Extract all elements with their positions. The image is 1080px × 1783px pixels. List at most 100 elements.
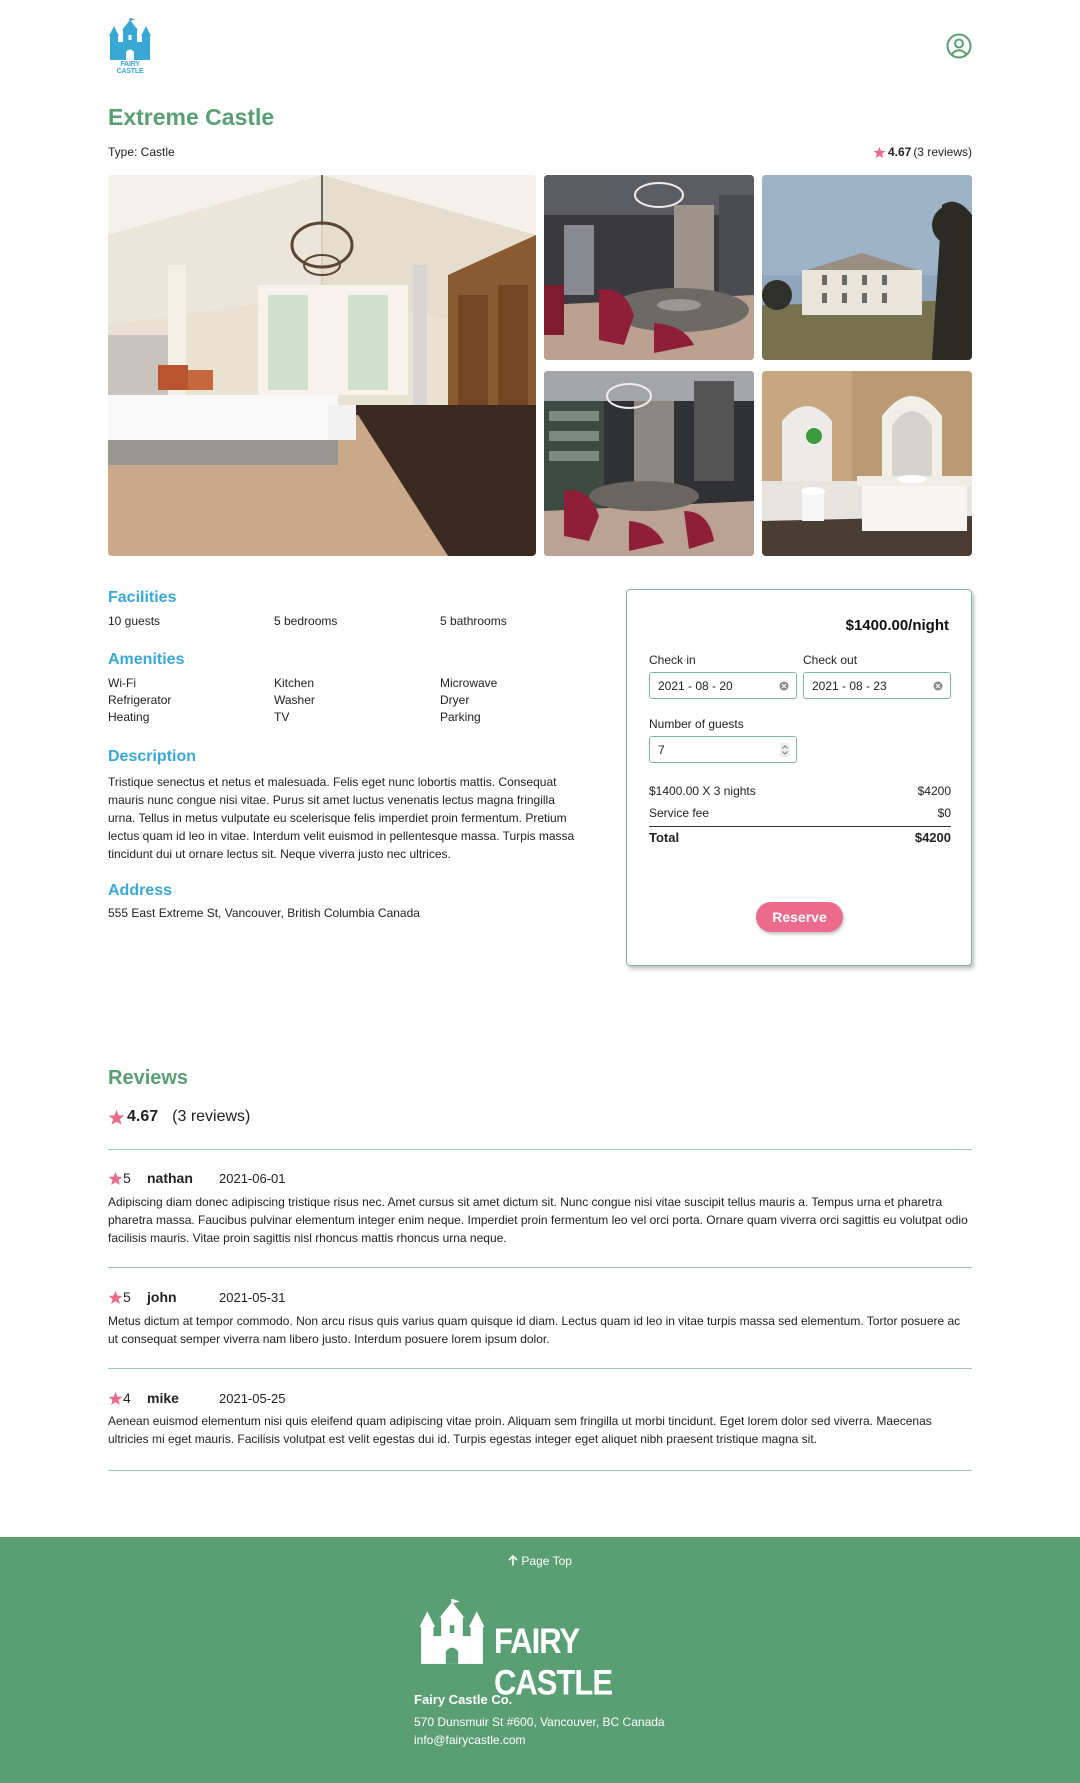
dining-room-2-image — [544, 371, 754, 556]
review-divider — [108, 1368, 972, 1369]
address-title: Address — [108, 882, 173, 899]
logo-text: FAIRY CASTLE — [116, 61, 144, 75]
amenity-item: Dryer — [440, 693, 470, 707]
description-text: Tristique senectus et netus et malesuada… — [108, 775, 575, 861]
review-date: 2021-05-31 — [219, 1289, 286, 1305]
footer-email[interactable]: info@fairycastle.com — [414, 1733, 526, 1747]
review-text: Metus dictum at tempor commodo. Non arcu… — [108, 1314, 961, 1346]
check-out-value: 2021 - 08 - 23 — [812, 679, 887, 693]
dining-room-image — [544, 175, 754, 360]
gallery-photo-bedroom[interactable] — [108, 175, 536, 556]
amenities-title: Amenities — [108, 651, 185, 668]
amenity-item: Kitchen — [274, 676, 315, 690]
clear-icon[interactable] — [933, 681, 943, 691]
gallery-photo-bathroom[interactable] — [762, 371, 972, 556]
nightly-cost-row: $1400.00 X 3 nights $4200 — [649, 784, 951, 798]
page-top-label: Page Top — [521, 1554, 572, 1568]
check-in-value: 2021 - 08 - 20 — [658, 679, 733, 693]
amenity-item: Washer — [274, 693, 315, 707]
page-top-link[interactable]: Page Top — [0, 1554, 1080, 1568]
reviews-rating: 4.67 — [127, 1108, 159, 1125]
facilities-list: 10 guests 5 bedrooms 5 bathrooms — [108, 614, 608, 628]
review-score: 5 — [123, 1289, 131, 1305]
review-divider — [108, 1470, 972, 1471]
cost-divider — [649, 826, 951, 827]
amenity-item: Heating — [108, 710, 150, 724]
castle-icon — [109, 18, 151, 60]
reviews-count: (3 reviews) — [172, 1108, 251, 1125]
star-icon — [108, 1391, 123, 1405]
description-title: Description — [108, 748, 197, 765]
total-label: Total — [649, 830, 680, 845]
amenity-item: Wi-Fi — [108, 676, 136, 690]
review-text: Aenean euismod elementum nisi quis eleif… — [108, 1414, 932, 1446]
gallery-photo-dining[interactable] — [544, 175, 754, 360]
nightly-cost-label: $1400.00 X 3 nights — [649, 784, 756, 798]
review-header: 5 nathan 2021-06-01 — [108, 1170, 286, 1186]
star-icon — [108, 1171, 123, 1185]
castle-icon — [419, 1599, 485, 1664]
price-per-night: $1400.00/night — [845, 617, 949, 634]
booking-card: $1400.00/night Check in 2021 - 08 - 20 C… — [626, 589, 972, 966]
footer-logo-text: FAIRY CASTLE — [494, 1621, 613, 1703]
star-icon — [108, 1290, 123, 1304]
total-row: Total $4200 — [649, 830, 951, 845]
review-date: 2021-06-01 — [219, 1170, 286, 1186]
castle-exterior-image — [762, 175, 972, 360]
review-score: 5 — [123, 1170, 131, 1186]
footer-address: 570 Dunsmuir St #600, Vancouver, BC Cana… — [414, 1715, 665, 1729]
review-author: nathan — [147, 1170, 193, 1186]
facilities-title: Facilities — [108, 589, 177, 606]
review-header: 5 john 2021-05-31 — [108, 1289, 286, 1305]
review-author: john — [147, 1289, 177, 1305]
fairy-castle-logo[interactable]: FAIRY CASTLE — [108, 18, 152, 75]
review-divider — [108, 1267, 972, 1268]
facility-item: 5 bedrooms — [274, 614, 338, 628]
bedroom-image — [108, 175, 536, 556]
reviews-count: (3 reviews) — [913, 145, 972, 159]
review-header: 4 mike 2021-05-25 — [108, 1390, 286, 1406]
footer-logo[interactable]: FAIRY CASTLE — [418, 1599, 668, 1703]
star-icon — [873, 146, 886, 158]
guests-value: 7 — [658, 743, 665, 757]
guests-label: Number of guests — [649, 717, 744, 731]
guests-input[interactable]: 7 — [649, 736, 797, 763]
arrow-up-icon — [508, 1554, 518, 1566]
amenity-item: Parking — [440, 710, 481, 724]
check-in-input[interactable]: 2021 - 08 - 20 — [649, 672, 797, 699]
star-icon — [108, 1109, 125, 1125]
total-value: $4200 — [914, 830, 951, 845]
facility-item: 10 guests — [108, 614, 161, 628]
review-author: mike — [147, 1390, 179, 1406]
page-title: Extreme Castle — [108, 104, 275, 130]
review-divider — [108, 1149, 972, 1150]
nightly-cost-value: $4200 — [917, 784, 951, 798]
amenity-item: Microwave — [440, 676, 498, 690]
check-out-input[interactable]: 2021 - 08 - 23 — [803, 672, 951, 699]
amenity-item: Refrigerator — [108, 693, 172, 707]
reserve-button[interactable]: Reserve — [756, 902, 843, 932]
reviews-summary: 4.67 (3 reviews) — [108, 1108, 250, 1126]
review-date: 2021-05-25 — [219, 1390, 286, 1406]
service-fee-value: $0 — [937, 806, 951, 820]
facility-item: 5 bathrooms — [440, 614, 507, 628]
site-footer: Page Top FAIRY CASTLE Fairy Castle Co. 5… — [0, 1537, 1080, 1783]
reviews-title: Reviews — [108, 1067, 189, 1089]
review-text: Adipiscing diam donec adipiscing tristiq… — [108, 1195, 968, 1245]
gallery-photo-exterior[interactable] — [762, 175, 972, 360]
user-circle-icon[interactable] — [946, 33, 972, 59]
rating-summary: 4.67 (3 reviews) — [873, 145, 972, 159]
address-text: 555 East Extreme St, Vancouver, British … — [108, 906, 420, 920]
service-fee-label: Service fee — [649, 806, 710, 820]
service-fee-row: Service fee $0 — [649, 806, 951, 820]
property-type: Type: Castle — [108, 145, 175, 159]
number-stepper-icon[interactable] — [780, 743, 790, 757]
bathroom-image — [762, 371, 972, 556]
check-out-label: Check out — [803, 653, 858, 667]
gallery-photo-dining-2[interactable] — [544, 371, 754, 556]
review-score: 4 — [123, 1390, 131, 1406]
clear-icon[interactable] — [779, 681, 789, 691]
amenities-list: Wi-Fi Kitchen Microwave Refrigerator Was… — [108, 676, 608, 724]
footer-company: Fairy Castle Co. — [414, 1692, 513, 1707]
amenity-item: TV — [274, 710, 290, 724]
